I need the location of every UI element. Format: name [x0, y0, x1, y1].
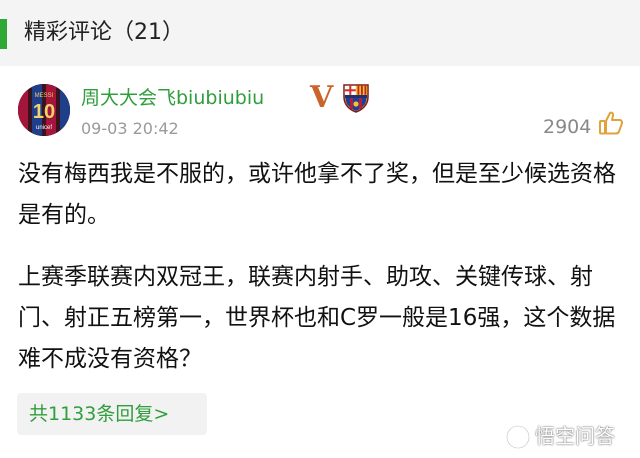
comment-page: 精彩评论（21） MESSI 10 unicef 周大大会飞biubiubiu …: [0, 0, 640, 458]
verified-v-badge: V: [310, 80, 334, 115]
avatar-jersey-number: 10: [33, 101, 55, 123]
watermark-text: 悟空问答: [535, 424, 615, 448]
thumbs-up-icon[interactable]: [597, 109, 625, 137]
view-replies-label: 共1133条回复>: [29, 403, 170, 425]
avatar-jersey-name: MESSI: [35, 93, 54, 99]
barcelona-crest-icon: [343, 84, 369, 113]
wukong-logo-icon: [505, 424, 531, 450]
username-link[interactable]: 周大大会飞biubiubiu: [81, 84, 264, 112]
comment-paragraph-2: 上赛季联赛内双冠王，联赛内射手、助攻、关键传球、射门、射正五榜第一，世界杯也和C…: [18, 264, 616, 372]
like-count[interactable]: 2904: [543, 114, 591, 140]
comment-paragraph-1: 没有梅西我是不服的，或许他拿不了奖，但是至少候选资格是有的。: [18, 161, 616, 228]
header-accent-bar: [0, 19, 7, 49]
section-title: 精彩评论（21）: [24, 20, 184, 45]
avatar-sponsor: unicef: [36, 125, 52, 131]
comment-timestamp: 09-03 20:42: [81, 119, 179, 138]
avatar-jersey-image: MESSI 10 unicef: [18, 84, 70, 136]
section-header: 精彩评论（21）: [0, 0, 640, 66]
avatar[interactable]: MESSI 10 unicef: [18, 84, 70, 136]
view-replies-button[interactable]: 共1133条回复>: [17, 393, 207, 435]
